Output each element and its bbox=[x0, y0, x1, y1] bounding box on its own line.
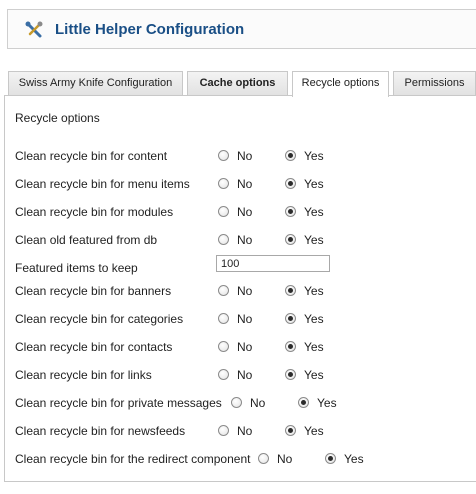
radio-no[interactable] bbox=[218, 234, 229, 245]
option-no-label: No bbox=[237, 340, 253, 354]
row-label: Featured items to keep bbox=[15, 261, 138, 275]
row-label: Clean recycle bin for private messages bbox=[15, 396, 222, 410]
radio-no[interactable] bbox=[218, 178, 229, 189]
page-header: Little Helper Configuration bbox=[7, 9, 476, 49]
option-no-label: No bbox=[237, 149, 253, 163]
radio-yes[interactable] bbox=[285, 234, 296, 245]
row-label: Clean recycle bin for the redirect compo… bbox=[15, 452, 251, 466]
radio-yes[interactable] bbox=[285, 341, 296, 352]
option-no-label: No bbox=[237, 205, 253, 219]
radio-yes[interactable] bbox=[298, 397, 309, 408]
radio-yes[interactable] bbox=[285, 369, 296, 380]
option-yes-label: Yes bbox=[304, 233, 324, 247]
radio-yes[interactable] bbox=[285, 425, 296, 436]
option-no-label: No bbox=[237, 368, 253, 382]
radio-yes[interactable] bbox=[325, 453, 336, 464]
radio-no[interactable] bbox=[218, 206, 229, 217]
radio-yes[interactable] bbox=[285, 178, 296, 189]
section-title: Recycle options bbox=[15, 111, 100, 125]
option-yes-label: Yes bbox=[304, 312, 324, 326]
option-yes-label: Yes bbox=[317, 396, 337, 410]
option-yes-label: Yes bbox=[304, 149, 324, 163]
featured-items-input[interactable] bbox=[216, 255, 330, 272]
row-label: Clean old featured from db bbox=[15, 233, 158, 247]
radio-no[interactable] bbox=[218, 425, 229, 436]
option-no-label: No bbox=[237, 233, 253, 247]
option-yes-label: Yes bbox=[344, 452, 364, 466]
option-yes-label: Yes bbox=[304, 424, 324, 438]
option-yes-label: Yes bbox=[304, 368, 324, 382]
radio-yes[interactable] bbox=[285, 313, 296, 324]
row-label: Clean recycle bin for categories bbox=[15, 312, 184, 326]
radio-no[interactable] bbox=[218, 369, 229, 380]
tab-cache-options[interactable]: Cache options bbox=[187, 71, 288, 95]
radio-no[interactable] bbox=[218, 285, 229, 296]
option-no-label: No bbox=[237, 284, 253, 298]
radio-yes[interactable] bbox=[285, 285, 296, 296]
row-label: Clean recycle bin for newsfeeds bbox=[15, 424, 186, 438]
radio-no[interactable] bbox=[231, 397, 242, 408]
radio-yes[interactable] bbox=[285, 206, 296, 217]
row-label: Clean recycle bin for contacts bbox=[15, 340, 173, 354]
option-no-label: No bbox=[277, 452, 293, 466]
wrench-screwdriver-icon bbox=[25, 21, 43, 38]
option-no-label: No bbox=[250, 396, 266, 410]
row-label: Clean recycle bin for menu items bbox=[15, 177, 190, 191]
row-label: Clean recycle bin for banners bbox=[15, 284, 172, 298]
option-no-label: No bbox=[237, 424, 253, 438]
radio-no[interactable] bbox=[258, 453, 269, 464]
option-yes-label: Yes bbox=[304, 177, 324, 191]
option-no-label: No bbox=[237, 312, 253, 326]
tab-permissions[interactable]: Permissions bbox=[393, 71, 476, 95]
tab-swiss-army-knife[interactable]: Swiss Army Knife Configuration bbox=[8, 71, 183, 95]
radio-no[interactable] bbox=[218, 150, 229, 161]
row-label: Clean recycle bin for modules bbox=[15, 205, 174, 219]
option-yes-label: Yes bbox=[304, 340, 324, 354]
radio-no[interactable] bbox=[218, 341, 229, 352]
row-label: Clean recycle bin for links bbox=[15, 368, 152, 382]
page-title: Little Helper Configuration bbox=[55, 21, 245, 38]
option-yes-label: Yes bbox=[304, 205, 324, 219]
option-yes-label: Yes bbox=[304, 284, 324, 298]
radio-no[interactable] bbox=[218, 313, 229, 324]
option-no-label: No bbox=[237, 177, 253, 191]
tab-recycle-options[interactable]: Recycle options bbox=[292, 71, 389, 97]
radio-yes[interactable] bbox=[285, 150, 296, 161]
row-label: Clean recycle bin for content bbox=[15, 149, 168, 163]
